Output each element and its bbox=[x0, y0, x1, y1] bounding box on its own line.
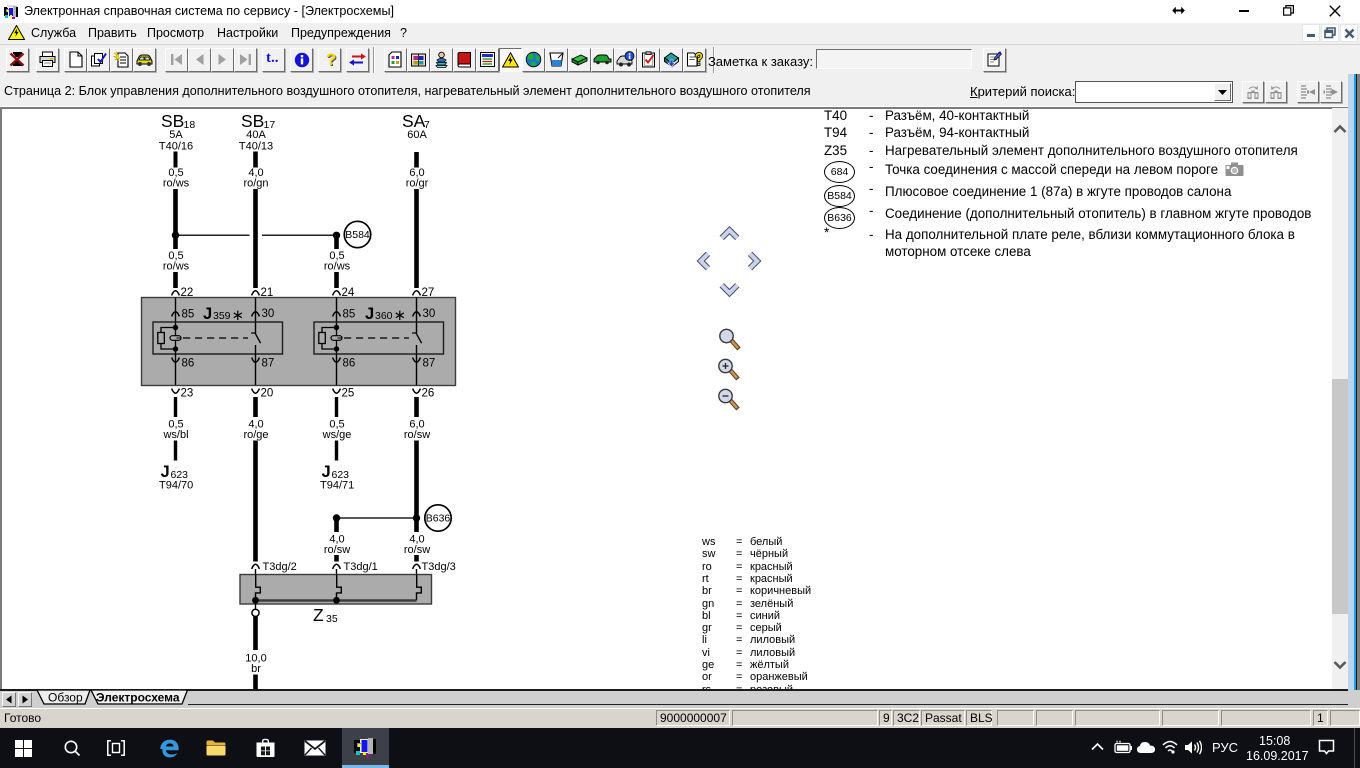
svg-text:40A: 40A bbox=[246, 129, 266, 141]
svg-text:21: 21 bbox=[261, 287, 274, 299]
svg-text:359: 359 bbox=[213, 310, 231, 322]
svg-text:27: 27 bbox=[422, 287, 435, 299]
svg-text:ro/ge: ro/ge bbox=[243, 429, 268, 441]
svg-text:B584: B584 bbox=[345, 229, 370, 241]
svg-text:23: 23 bbox=[181, 388, 194, 400]
svg-text:30: 30 bbox=[262, 308, 275, 320]
svg-text:86: 86 bbox=[343, 358, 356, 370]
svg-text:ro/ws: ro/ws bbox=[163, 261, 190, 273]
svg-text:30: 30 bbox=[423, 308, 436, 320]
svg-text:T40/16: T40/16 bbox=[159, 141, 193, 153]
svg-text:SA: SA bbox=[402, 111, 426, 131]
svg-text:60A: 60A bbox=[407, 129, 427, 141]
svg-text:ro/ws: ro/ws bbox=[324, 261, 351, 273]
svg-text:20: 20 bbox=[261, 388, 274, 400]
svg-text:360: 360 bbox=[375, 310, 393, 322]
svg-text:ro/sw: ro/sw bbox=[324, 544, 350, 556]
svg-text:Электросхема: Электросхема bbox=[96, 691, 180, 705]
svg-text:24: 24 bbox=[342, 287, 355, 299]
svg-text:ro/gn: ro/gn bbox=[243, 178, 268, 190]
svg-text:ws/bl: ws/bl bbox=[162, 429, 188, 441]
svg-text:86: 86 bbox=[182, 358, 195, 370]
svg-text:Z: Z bbox=[313, 605, 324, 625]
svg-text:SB: SB bbox=[241, 111, 264, 131]
svg-text:ro/sw: ro/sw bbox=[404, 544, 430, 556]
svg-text:SB: SB bbox=[161, 111, 184, 131]
svg-text:ro/sw: ro/sw bbox=[404, 429, 430, 441]
svg-text:T94/70: T94/70 bbox=[159, 480, 193, 492]
svg-text:B636: B636 bbox=[426, 513, 451, 525]
svg-text:87: 87 bbox=[262, 358, 275, 370]
svg-text:5A: 5A bbox=[169, 129, 183, 141]
svg-text:85: 85 bbox=[182, 309, 195, 321]
svg-text:85: 85 bbox=[343, 309, 356, 321]
svg-text:ro/gr: ro/gr bbox=[406, 178, 429, 190]
svg-text:26: 26 bbox=[422, 388, 435, 400]
svg-text:35: 35 bbox=[326, 613, 338, 625]
svg-text:T3dg/2: T3dg/2 bbox=[263, 561, 297, 573]
svg-text:ws/ge: ws/ge bbox=[322, 429, 352, 441]
svg-text:18: 18 bbox=[184, 119, 196, 131]
svg-text:87: 87 bbox=[423, 358, 436, 370]
svg-text:J: J bbox=[322, 463, 331, 481]
svg-text:T3dg/3: T3dg/3 bbox=[422, 561, 456, 573]
svg-text:T3dg/1: T3dg/1 bbox=[344, 561, 378, 573]
svg-text:br: br bbox=[251, 663, 261, 675]
svg-text:25: 25 bbox=[342, 388, 355, 400]
svg-text:T94/71: T94/71 bbox=[320, 480, 354, 492]
svg-text:J: J bbox=[203, 305, 212, 323]
svg-text:J: J bbox=[161, 463, 170, 481]
svg-text:22: 22 bbox=[181, 287, 194, 299]
svg-text:ro/ws: ro/ws bbox=[163, 178, 190, 190]
svg-text:Обзор: Обзор bbox=[48, 691, 83, 705]
svg-text:J: J bbox=[365, 305, 374, 323]
svg-text:T40/13: T40/13 bbox=[239, 141, 273, 153]
